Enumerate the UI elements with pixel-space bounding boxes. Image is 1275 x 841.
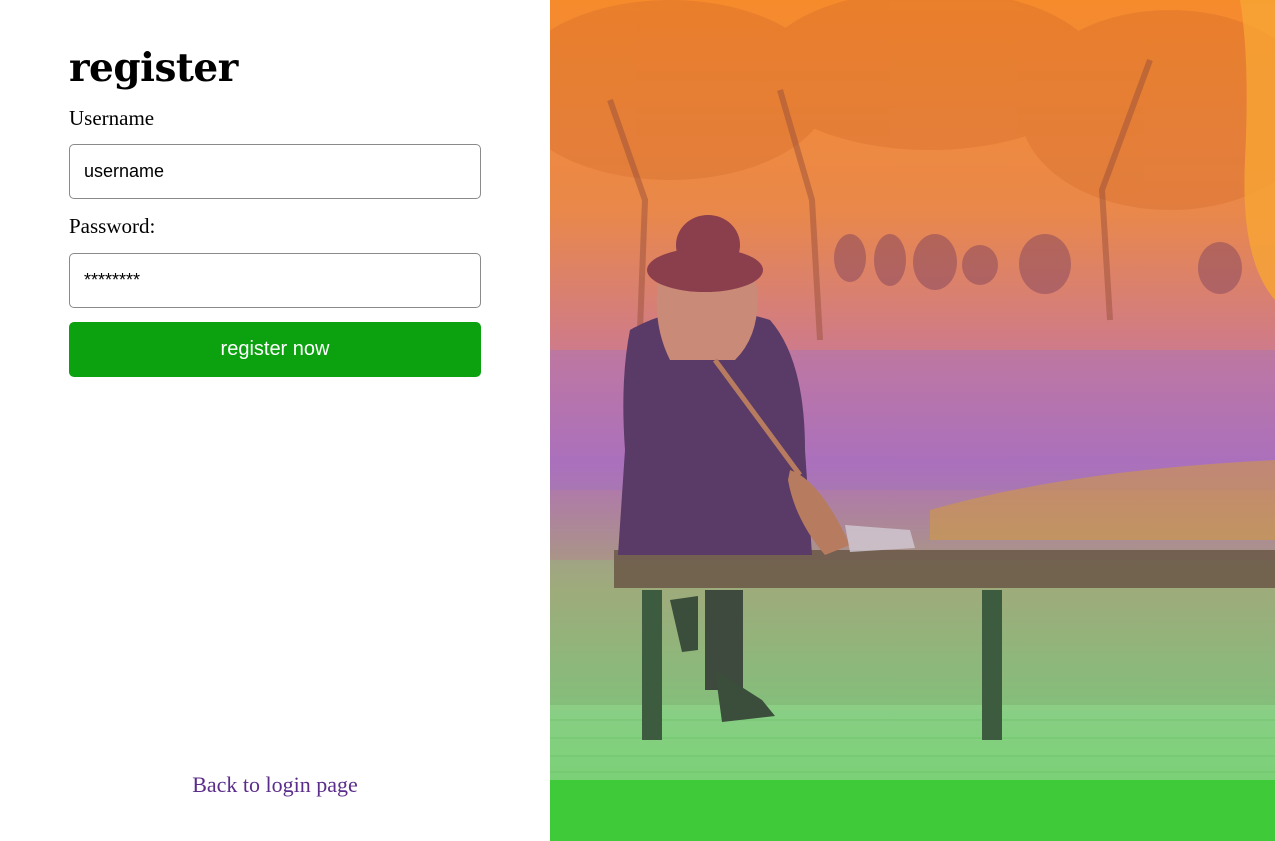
register-page: register Username Password: register now…	[0, 0, 1275, 841]
password-input[interactable]	[69, 253, 481, 308]
page-title: register	[69, 45, 238, 91]
password-label: Password:	[69, 214, 156, 238]
back-to-login-link[interactable]: Back to login page	[69, 771, 481, 799]
register-now-button[interactable]: register now	[69, 322, 481, 377]
username-label: Username	[69, 106, 155, 130]
hero-photo	[550, 0, 1275, 841]
photo-woman-on-park-bench-icon	[550, 0, 1275, 841]
username-input[interactable]	[69, 144, 481, 199]
register-form: register Username Password: register now…	[69, 0, 481, 841]
